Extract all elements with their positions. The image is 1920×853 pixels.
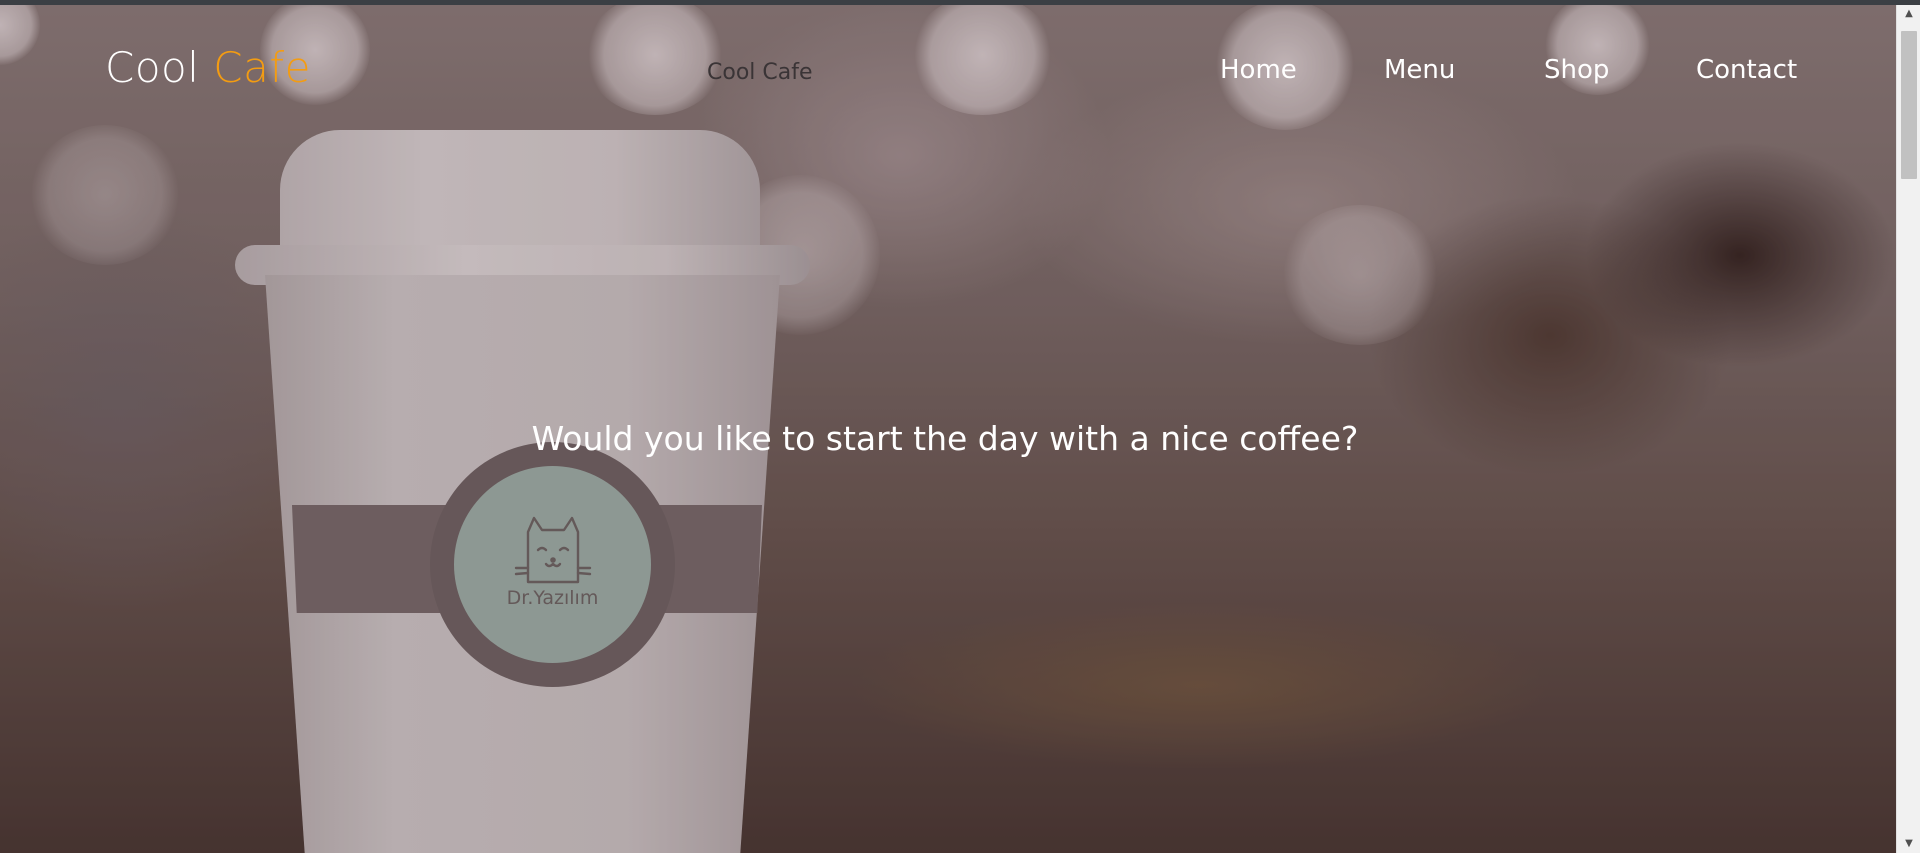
nav-item-shop[interactable]: Shop xyxy=(1544,55,1609,85)
hero-headline: Would you like to start the day with a n… xyxy=(0,419,1896,458)
nav-item-home[interactable]: Home xyxy=(1220,55,1297,85)
scroll-up-arrow-icon[interactable]: ▲ xyxy=(1897,5,1920,23)
page-viewport: Dr.Yazılım Cool Cafe Cool Cafe Home Menu… xyxy=(0,5,1896,853)
nav-item-contact[interactable]: Contact xyxy=(1696,55,1797,85)
vertical-scrollbar[interactable]: ▲ ▼ xyxy=(1896,5,1920,853)
site-logo[interactable]: Cool Cafe xyxy=(105,43,311,92)
browser-frame: Dr.Yazılım Cool Cafe Cool Cafe Home Menu… xyxy=(0,0,1920,853)
brand-accent-text: Cafe xyxy=(213,43,311,92)
scrollbar-thumb[interactable] xyxy=(1901,31,1917,179)
hero-headline-text: Would you like to start the day with a n… xyxy=(531,419,1359,458)
nav-item-menu[interactable]: Menu xyxy=(1384,55,1455,85)
scroll-down-arrow-icon[interactable]: ▼ xyxy=(1897,835,1920,853)
brand-primary-text: Cool xyxy=(105,43,200,92)
page-title: Cool Cafe xyxy=(707,60,813,85)
